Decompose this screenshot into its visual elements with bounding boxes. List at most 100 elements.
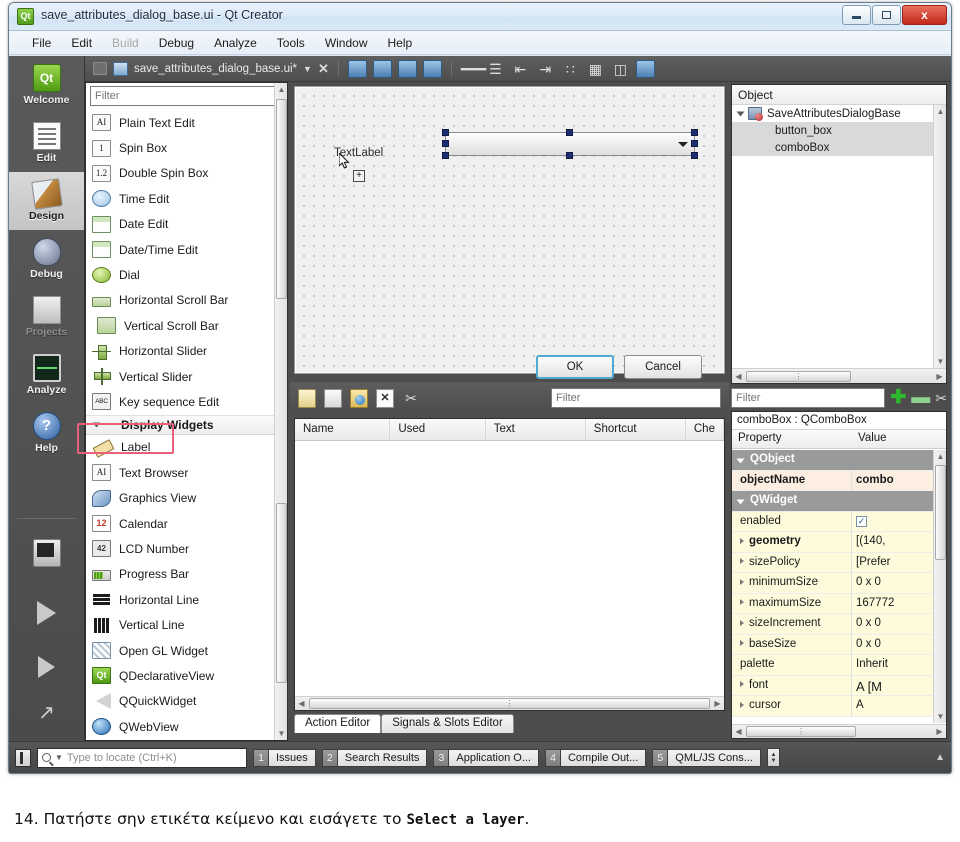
column-used[interactable]: Used <box>390 419 486 440</box>
scroll-right-icon[interactable]: ▶ <box>933 727 946 736</box>
property-value[interactable]: 0 x 0 <box>852 614 933 634</box>
scroll-left-icon[interactable]: ◀ <box>732 727 745 736</box>
form-cancel-button[interactable]: Cancel <box>624 355 702 379</box>
property-value[interactable]: 167772 <box>852 593 933 613</box>
widget-item-horizontal-scroll-bar[interactable]: Horizontal Scroll Bar <box>86 288 287 313</box>
widget-item-horizontal-line[interactable]: Horizontal Line <box>86 587 287 612</box>
layout-vertically-icon[interactable]: ☰ <box>486 60 505 78</box>
property-row-palette[interactable]: palette Inherit <box>732 655 933 676</box>
output-pane-spinner[interactable]: ▲ ▼ <box>766 748 780 767</box>
widget-item-time-edit[interactable]: Time Edit <box>86 186 287 211</box>
enabled-checkbox[interactable]: ✓ <box>856 515 867 527</box>
resize-handle-tr[interactable] <box>691 129 698 136</box>
property-value[interactable]: [(140, <box>852 532 933 552</box>
column-value[interactable]: Value <box>852 430 946 448</box>
menu-tools[interactable]: Tools <box>268 33 314 53</box>
expand-arrow-icon[interactable] <box>740 558 744 565</box>
object-inspector-hscrollbar[interactable]: ◀ ⋮ ▶ <box>732 368 946 383</box>
column-shortcut[interactable]: Shortcut <box>586 419 686 440</box>
scroll-thumb-lower[interactable] <box>276 503 287 683</box>
property-value[interactable]: A [M <box>852 675 933 695</box>
chevron-down-icon[interactable] <box>736 111 745 116</box>
close-button[interactable]: x <box>902 5 947 25</box>
layout-horizontally-icon[interactable]: ━━━ <box>461 60 486 78</box>
run-button[interactable] <box>9 585 84 641</box>
output-button-compile-output[interactable]: 4 Compile Out... <box>544 748 647 768</box>
tab-signals-slots-editor[interactable]: Signals & Slots Editor <box>381 714 514 733</box>
property-row-sizeincrement[interactable]: sizeIncrement 0 x 0 <box>732 614 933 635</box>
mode-help[interactable]: ? Help <box>9 404 84 462</box>
scroll-right-icon[interactable]: ▶ <box>933 372 946 381</box>
widget-item-progress-bar[interactable]: Progress Bar <box>86 562 287 587</box>
object-node-combobox[interactable]: comboBox <box>732 139 946 156</box>
adjust-size-icon[interactable] <box>635 59 655 78</box>
widget-item-date-edit[interactable]: Date Edit <box>86 212 287 237</box>
spinner-down-icon[interactable]: ▼ <box>770 758 776 764</box>
property-value[interactable]: combo <box>852 470 933 490</box>
open-folder-icon[interactable] <box>324 388 342 408</box>
property-row-maximumsize[interactable]: maximumSize 167772 <box>732 593 933 614</box>
mode-design[interactable]: Design <box>9 172 84 230</box>
scroll-thumb[interactable]: ⋮ <box>309 698 710 709</box>
mode-projects[interactable]: Projects <box>9 288 84 346</box>
action-table[interactable]: Name Used Text Shortcut Che ◀ ⋮ ▶ <box>294 418 725 711</box>
edit-signals-slots-icon[interactable] <box>372 59 392 78</box>
toggle-sidebar-icon[interactable] <box>15 748 31 767</box>
widget-item-date-time-edit[interactable]: Date/Time Edit <box>86 237 287 262</box>
scroll-down-icon[interactable]: ▼ <box>934 355 946 368</box>
resize-handle-bl[interactable] <box>442 152 449 159</box>
scroll-left-icon[interactable]: ◀ <box>732 372 745 381</box>
expand-arrow-icon[interactable] <box>740 640 744 647</box>
resize-handle-bc[interactable] <box>566 152 573 159</box>
kit-selector-button[interactable] <box>9 521 84 585</box>
widget-item-text-browser[interactable]: AI Text Browser <box>86 460 287 485</box>
widget-item-open-gl-widget[interactable]: Open GL Widget <box>86 638 287 663</box>
resize-handle-mr[interactable] <box>691 140 698 147</box>
output-button-issues[interactable]: 1 Issues <box>253 748 316 768</box>
property-value[interactable]: 0 x 0 <box>852 573 933 593</box>
widget-item-graphics-view[interactable]: Graphics View <box>86 485 287 510</box>
widget-item-dial[interactable]: Dial <box>86 262 287 287</box>
scroll-up-icon[interactable]: ▲ <box>934 450 946 463</box>
column-property[interactable]: Property <box>732 430 852 448</box>
widget-item-horizontal-slider[interactable]: Horizontal Slider <box>86 339 287 364</box>
edit-tab-order-icon[interactable] <box>422 59 442 78</box>
widget-item-vertical-scroll-bar[interactable]: Vertical Scroll Bar <box>86 313 287 338</box>
object-inspector-vscrollbar[interactable]: ▲ ▼ <box>933 105 946 368</box>
layout-grid-icon[interactable]: ▦ <box>586 60 605 78</box>
property-value[interactable]: ✓ <box>852 511 933 531</box>
unlocked-padlock-icon[interactable] <box>93 62 107 75</box>
property-filter-input[interactable] <box>731 388 886 408</box>
menu-window[interactable]: Window <box>316 33 377 53</box>
property-value[interactable]: Inherit <box>852 655 933 675</box>
expand-arrow-icon[interactable] <box>740 599 744 606</box>
scroll-up-icon[interactable]: ▲ <box>275 83 288 96</box>
expand-arrow-icon[interactable] <box>740 619 744 626</box>
break-layout-icon[interactable]: ◫ <box>611 60 630 78</box>
property-row-sizepolicy[interactable]: sizePolicy [Prefer <box>732 552 933 573</box>
output-button-search-results[interactable]: 2 Search Results <box>321 748 428 768</box>
scroll-thumb[interactable] <box>276 99 287 299</box>
property-group-qobject[interactable]: QObject <box>732 450 933 471</box>
mode-welcome[interactable]: Qt Welcome <box>9 56 84 114</box>
edit-widgets-icon[interactable] <box>347 59 367 78</box>
mode-analyze[interactable]: Analyze <box>9 346 84 404</box>
column-name[interactable]: Name <box>295 419 391 440</box>
copy-action-icon[interactable] <box>350 388 368 408</box>
widget-item-calendar[interactable]: 12 Calendar <box>86 511 287 536</box>
property-row-objectname[interactable]: objectName combo <box>732 470 933 491</box>
edit-buddies-icon[interactable] <box>397 59 417 78</box>
minus-icon[interactable]: ▬ <box>911 388 930 407</box>
resize-handle-ml[interactable] <box>442 140 449 147</box>
property-editor-hscrollbar[interactable]: ◀ ⋮ ▶ <box>732 724 946 738</box>
minimize-button[interactable] <box>842 5 871 25</box>
property-value[interactable]: [Prefer <box>852 552 933 572</box>
output-button-qml-js-console[interactable]: 5 QML/JS Cons... <box>652 748 761 768</box>
widget-filter-input[interactable] <box>90 86 283 106</box>
widget-item-vertical-slider[interactable]: Vertical Slider <box>86 364 287 389</box>
widget-item-qwebview[interactable]: QWebView <box>86 714 287 739</box>
property-row-enabled[interactable]: enabled ✓ <box>732 511 933 532</box>
widget-item-lcd-number[interactable]: 42 LCD Number <box>86 536 287 561</box>
expand-arrow-icon[interactable] <box>740 578 744 585</box>
configure-wrench-icon[interactable]: ✂ <box>402 389 420 408</box>
